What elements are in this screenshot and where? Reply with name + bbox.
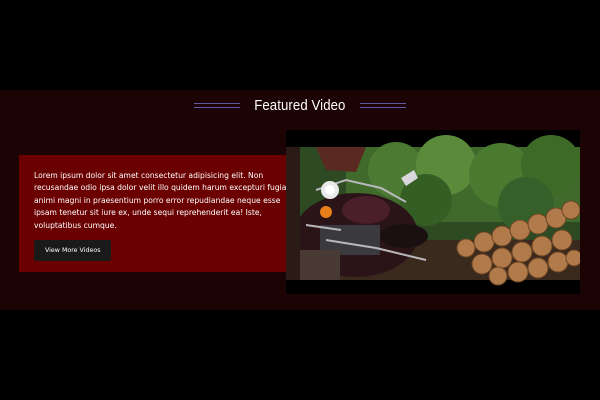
description-card: Lorem ipsum dolor sit amet consectetur a… — [19, 155, 314, 272]
description-text: Lorem ipsum dolor sit amet consectetur a… — [34, 171, 290, 230]
section-heading: Featured Video — [0, 95, 600, 115]
section-title: Featured Video — [254, 96, 346, 114]
video-thumbnail — [286, 130, 580, 294]
page: Featured Video Lorem ipsum dolor sit ame… — [0, 0, 600, 400]
heading-rule-right — [359, 102, 406, 108]
heading-rule-left — [194, 102, 241, 108]
video-player[interactable] — [286, 130, 580, 294]
view-more-videos-button[interactable]: View More Videos — [34, 240, 112, 262]
